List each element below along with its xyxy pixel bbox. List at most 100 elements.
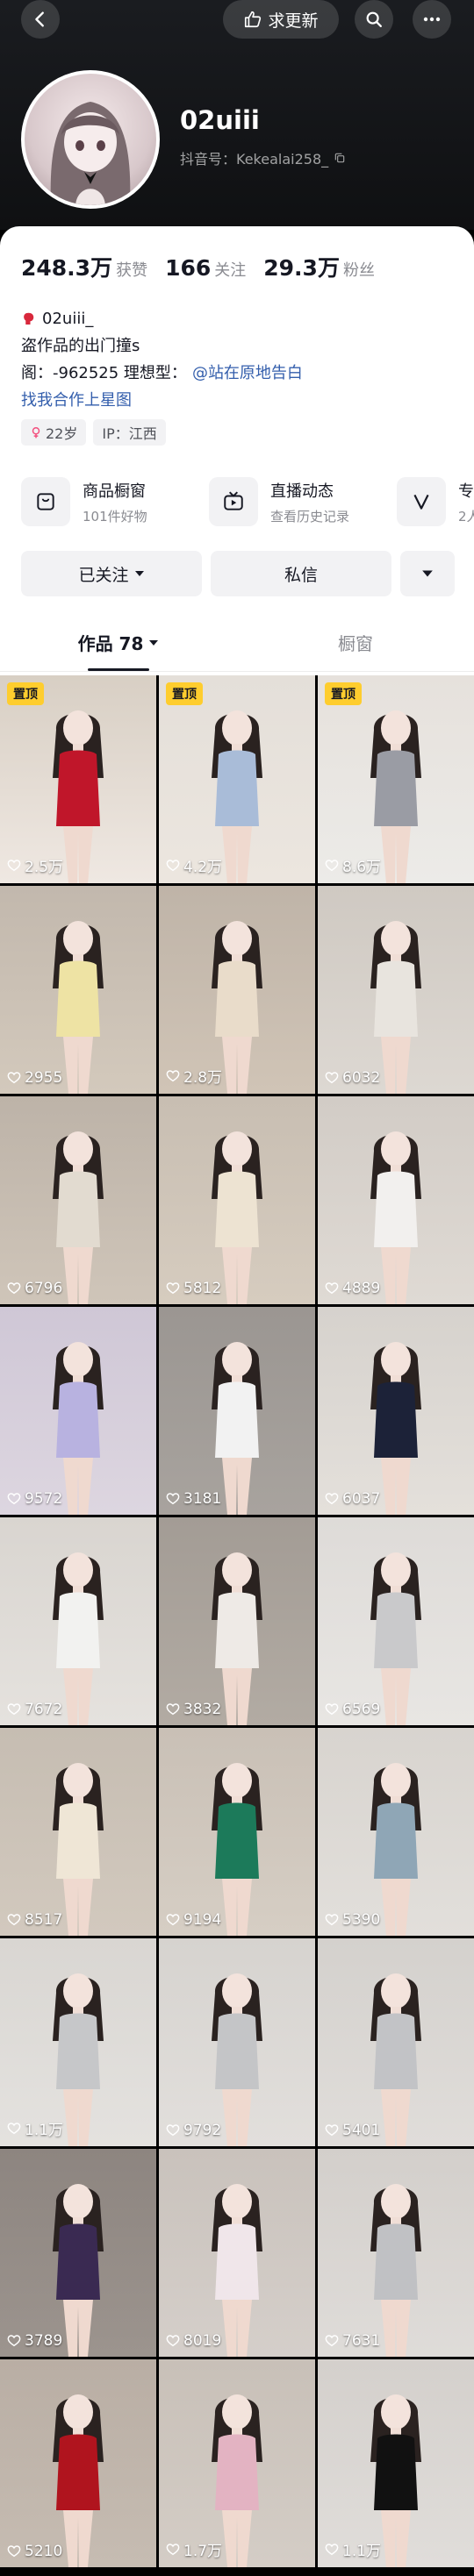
video-thumbnail[interactable]: 5401 [318, 1938, 474, 2146]
stat-likes[interactable]: 248.3万 获赞 [21, 251, 147, 282]
thumbnail-figure [370, 1552, 421, 1725]
message-button[interactable]: 私信 [211, 551, 391, 596]
more-actions-button[interactable] [400, 551, 455, 596]
video-thumbnail[interactable]: 2.8万 [159, 886, 315, 1094]
video-thumbnail[interactable]: 7631 [318, 2149, 474, 2357]
heart-icon [325, 1493, 339, 1505]
video-thumbnail[interactable]: 6796 [0, 1096, 156, 1304]
video-thumbnail[interactable]: 置顶 2.5万 [0, 675, 156, 883]
request-update-label: 求更新 [268, 11, 319, 31]
bio: 02uiii_ 盗作品的出门撞s 阁：-962525 理想型： @站在原地告白 找… [21, 305, 303, 414]
video-like-count-text: 5401 [342, 2122, 381, 2139]
video-thumbnail[interactable]: 8019 [159, 2149, 315, 2357]
heart-icon [7, 1282, 21, 1295]
video-thumbnail[interactable]: 1.1万 [318, 2359, 474, 2567]
bio-mention-link[interactable]: @站在原地告白 [192, 360, 303, 387]
action-row: 已关注 私信 [21, 551, 455, 596]
video-thumbnail[interactable]: 5812 [159, 1096, 315, 1304]
caret-down-icon [149, 639, 159, 646]
copy-icon[interactable] [334, 152, 346, 164]
video-like-count: 3832 [166, 1701, 221, 1718]
thumbnail-figure [370, 1763, 421, 1936]
live-tv-icon [209, 477, 258, 526]
video-thumbnail[interactable]: 6569 [318, 1517, 474, 1725]
avatar[interactable] [21, 70, 160, 209]
pinned-badge: 置顶 [7, 682, 44, 705]
video-thumbnail[interactable]: 5210 [0, 2359, 156, 2567]
video-thumbnail[interactable]: 2955 [0, 886, 156, 1094]
heart-icon [166, 1703, 180, 1716]
tab-works[interactable]: 作品 78 [0, 614, 237, 671]
feature-special-sub: 2人 [458, 508, 474, 524]
thumbnail-figure [212, 1973, 262, 2146]
video-thumbnail[interactable]: 1.7万 [159, 2359, 315, 2567]
bio-line-3-text: 阁：-962525 理想型： [21, 363, 187, 382]
heart-icon [325, 1282, 339, 1295]
heart-icon [325, 1072, 339, 1084]
video-like-count: 8.6万 [325, 854, 381, 876]
bio-line-3: 阁：-962525 理想型： @站在原地告白 [21, 360, 303, 387]
video-thumbnail[interactable]: 6037 [318, 1307, 474, 1515]
age-tag: 22岁 [21, 419, 87, 446]
video-thumbnail[interactable]: 置顶 8.6万 [318, 675, 474, 883]
back-button[interactable] [21, 0, 60, 39]
more-button[interactable] [413, 0, 451, 39]
video-thumbnail[interactable]: 3832 [159, 1517, 315, 1725]
video-thumbnail[interactable]: 7672 [0, 1517, 156, 1725]
heart-icon [166, 1069, 180, 1081]
feature-special[interactable]: 专 2人 [397, 467, 474, 537]
profile-card: 248.3万 获赞 166 关注 29.3万 粉丝 02uiii_ 盗作品的出门撞s … [0, 226, 474, 675]
video-like-count-text: 3832 [183, 1701, 222, 1718]
video-thumbnail[interactable]: 4889 [318, 1096, 474, 1304]
thumbnail-figure [212, 1342, 262, 1515]
video-thumbnail[interactable]: 5390 [318, 1728, 474, 1936]
video-thumbnail[interactable]: 6032 [318, 886, 474, 1094]
video-like-count-text: 5210 [25, 2543, 63, 2560]
content-tabs: 作品 78 橱窗 [0, 614, 474, 672]
feature-special-title: 专 [458, 482, 474, 501]
feature-live[interactable]: 直播动态 查看历史记录 [209, 467, 397, 537]
video-like-count: 6037 [325, 1490, 380, 1508]
followed-button[interactable]: 已关注 [21, 551, 202, 596]
video-thumbnail[interactable]: 3789 [0, 2149, 156, 2357]
video-like-count: 3181 [166, 1490, 221, 1508]
heart-icon [7, 2545, 21, 2558]
female-icon [32, 426, 40, 439]
stat-followers-value: 29.3万 [263, 255, 340, 281]
video-like-count-text: 2.8万 [183, 1069, 223, 1087]
video-like-count: 6796 [7, 1280, 62, 1297]
username: 02uiii [180, 105, 260, 135]
video-like-count-text: 6032 [342, 1069, 381, 1087]
heart-icon [7, 1914, 21, 1926]
heart-icon [7, 859, 21, 871]
heart-icon [325, 1914, 339, 1926]
video-thumbnail[interactable]: 9792 [159, 1938, 315, 2146]
stat-followers[interactable]: 29.3万 粉丝 [263, 251, 375, 282]
heart-icon [7, 1072, 21, 1084]
video-thumbnail[interactable]: 1.1万 [0, 1938, 156, 2146]
bio-cooperation-link[interactable]: 找我合作上星图 [21, 387, 303, 414]
heart-icon [7, 1703, 21, 1716]
avatar-illustration [50, 102, 131, 205]
tab-showcase[interactable]: 橱窗 [237, 614, 474, 671]
video-like-count-text: 5812 [183, 1280, 222, 1297]
caret-down-icon [134, 571, 144, 576]
video-thumbnail[interactable]: 3181 [159, 1307, 315, 1515]
stat-following[interactable]: 166 关注 [165, 255, 246, 281]
feature-shop-window[interactable]: 商品橱窗 101件好物 [21, 467, 209, 537]
video-thumbnail[interactable]: 9572 [0, 1307, 156, 1515]
request-update-button[interactable]: 求更新 [223, 0, 339, 39]
thumbnail-figure [53, 1552, 104, 1725]
video-like-count-text: 8019 [183, 2332, 222, 2350]
video-like-count-text: 4.2万 [183, 859, 223, 876]
followed-label: 已关注 [78, 565, 129, 585]
thumbnail-figure [53, 921, 104, 1094]
video-like-count: 5812 [166, 1280, 221, 1297]
video-thumbnail[interactable]: 置顶 4.2万 [159, 675, 315, 883]
tags-row: 22岁 IP：江西 [21, 419, 166, 446]
video-like-count: 2.5万 [7, 854, 63, 876]
search-button[interactable] [355, 0, 393, 39]
video-thumbnail[interactable]: 8517 [0, 1728, 156, 1936]
video-like-count-text: 2.5万 [25, 859, 64, 876]
video-thumbnail[interactable]: 9194 [159, 1728, 315, 1936]
